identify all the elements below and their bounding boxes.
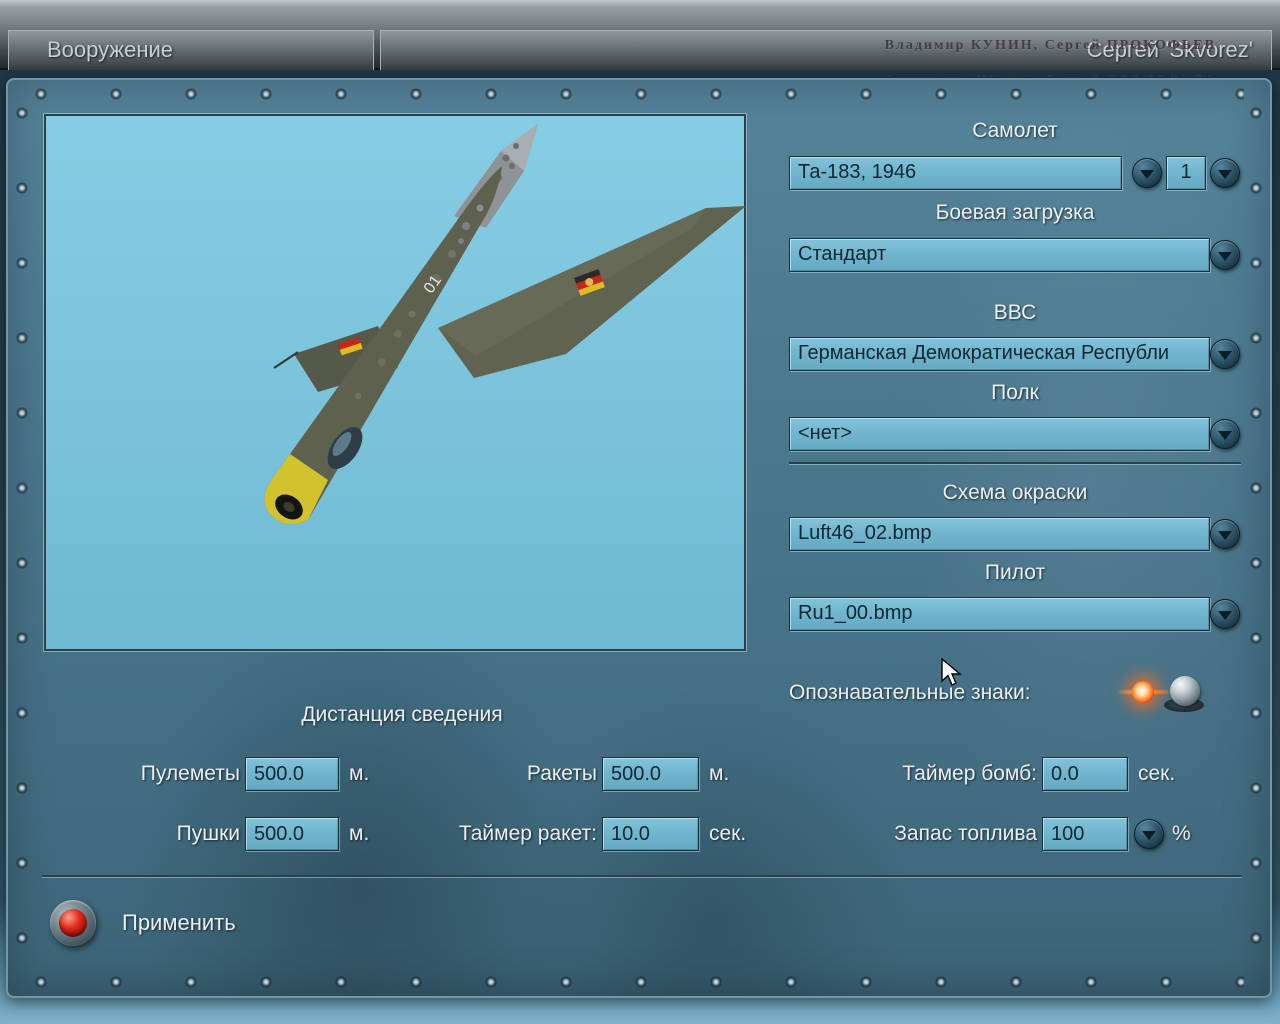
cannons-label: Пушки — [176, 822, 240, 845]
chevron-down-icon — [1218, 351, 1232, 360]
divider — [789, 462, 1241, 465]
fuel-stepper-arrow[interactable] — [1134, 819, 1164, 849]
pilot-select[interactable]: Ru1_00.bmp — [789, 597, 1210, 631]
chevron-down-icon — [1218, 170, 1232, 179]
regiment-select[interactable]: <нет> — [789, 417, 1210, 451]
paintscheme-select[interactable]: Luft46_02.bmp — [789, 517, 1210, 551]
cannons-convergence-input[interactable] — [245, 817, 339, 851]
regiment-label: Полк — [991, 381, 1039, 404]
rockets-unit: м. — [709, 762, 730, 785]
tab-armament-label: Вооружение — [47, 37, 174, 62]
tab-armament[interactable]: Вооружение — [8, 30, 374, 70]
aircraft-image: 01 — [264, 124, 746, 525]
rivet-strip-bottom — [34, 975, 1244, 989]
markings-label: Опознавательные знаки: — [789, 681, 1031, 704]
rockets-label: Ракеты — [526, 762, 597, 785]
aircraft-count-arrow[interactable] — [1210, 158, 1240, 188]
indicator-light-icon — [1132, 681, 1154, 703]
loadout-select[interactable]: Стандарт — [789, 238, 1210, 272]
machineguns-unit: м. — [349, 762, 370, 785]
top-bar: Вооружение Сергей 'Skvorez' — [0, 0, 1280, 70]
cannons-unit: м. — [349, 822, 370, 845]
main-panel: 01 Самолет Та-183, 1946 1 Боевая загрузк… — [6, 78, 1272, 998]
mouse-cursor — [941, 658, 962, 686]
airforce-select-arrow[interactable] — [1210, 339, 1240, 369]
chevron-down-icon — [1218, 431, 1232, 440]
divider — [42, 875, 1242, 878]
toggle-knob-icon — [1170, 676, 1200, 706]
rockets-convergence-input[interactable] — [602, 757, 699, 791]
convergence-title: Дистанция сведения — [301, 703, 503, 726]
aircraft-count-select[interactable]: 1 — [1166, 156, 1206, 190]
chevron-down-icon — [1218, 531, 1232, 540]
pilot-select-arrow[interactable] — [1210, 599, 1240, 629]
paintscheme-select-arrow[interactable] — [1210, 519, 1240, 549]
loadout-select-arrow[interactable] — [1210, 240, 1240, 270]
bomb-timer-unit: сек. — [1138, 762, 1176, 785]
loadout-label: Боевая загрузка — [935, 201, 1095, 224]
rocket-timer-input[interactable] — [602, 817, 699, 851]
aircraft-label: Самолет — [972, 119, 1058, 142]
markings-toggle[interactable] — [1116, 668, 1212, 716]
aircraft-preview: 01 — [44, 114, 746, 651]
apply-button[interactable] — [50, 900, 96, 946]
chevron-down-icon — [1218, 611, 1232, 620]
background-credits: Владимир КУНИН, Сергей ПРОКОФЬЕВ — [884, 38, 1216, 53]
rocket-timer-label: Таймер ракет: — [458, 822, 597, 845]
chevron-down-icon — [1142, 831, 1156, 840]
rivet-strip-left — [15, 106, 29, 970]
paintscheme-label: Схема окраски — [942, 481, 1088, 504]
aircraft-select[interactable]: Та-183, 1946 — [789, 156, 1122, 190]
fuel-unit: % — [1172, 822, 1191, 845]
airforce-select[interactable]: Германская Демократическая Республи — [789, 337, 1210, 371]
rivet-strip-top — [34, 87, 1244, 101]
aircraft-select-arrow[interactable] — [1132, 158, 1162, 188]
fuel-input[interactable] — [1042, 817, 1128, 851]
red-button-icon — [59, 909, 87, 937]
regiment-select-arrow[interactable] — [1210, 419, 1240, 449]
screen: Вооружение Сергей 'Skvorez' Владимир КУН… — [0, 0, 1280, 1024]
chevron-down-icon — [1140, 170, 1154, 179]
apply-label[interactable]: Применить — [122, 910, 236, 936]
machineguns-label: Пулеметы — [140, 762, 240, 785]
pilot-label: Пилот — [984, 561, 1046, 584]
bomb-timer-label: Таймер бомб: — [902, 762, 1037, 785]
airforce-label: ВВС — [993, 301, 1037, 324]
chevron-down-icon — [1218, 252, 1232, 261]
fuel-label: Запас топлива — [894, 822, 1037, 845]
rivet-strip-right — [1249, 106, 1263, 970]
machineguns-convergence-input[interactable] — [245, 757, 339, 791]
bomb-timer-input[interactable] — [1042, 757, 1128, 791]
rocket-timer-unit: сек. — [709, 822, 747, 845]
